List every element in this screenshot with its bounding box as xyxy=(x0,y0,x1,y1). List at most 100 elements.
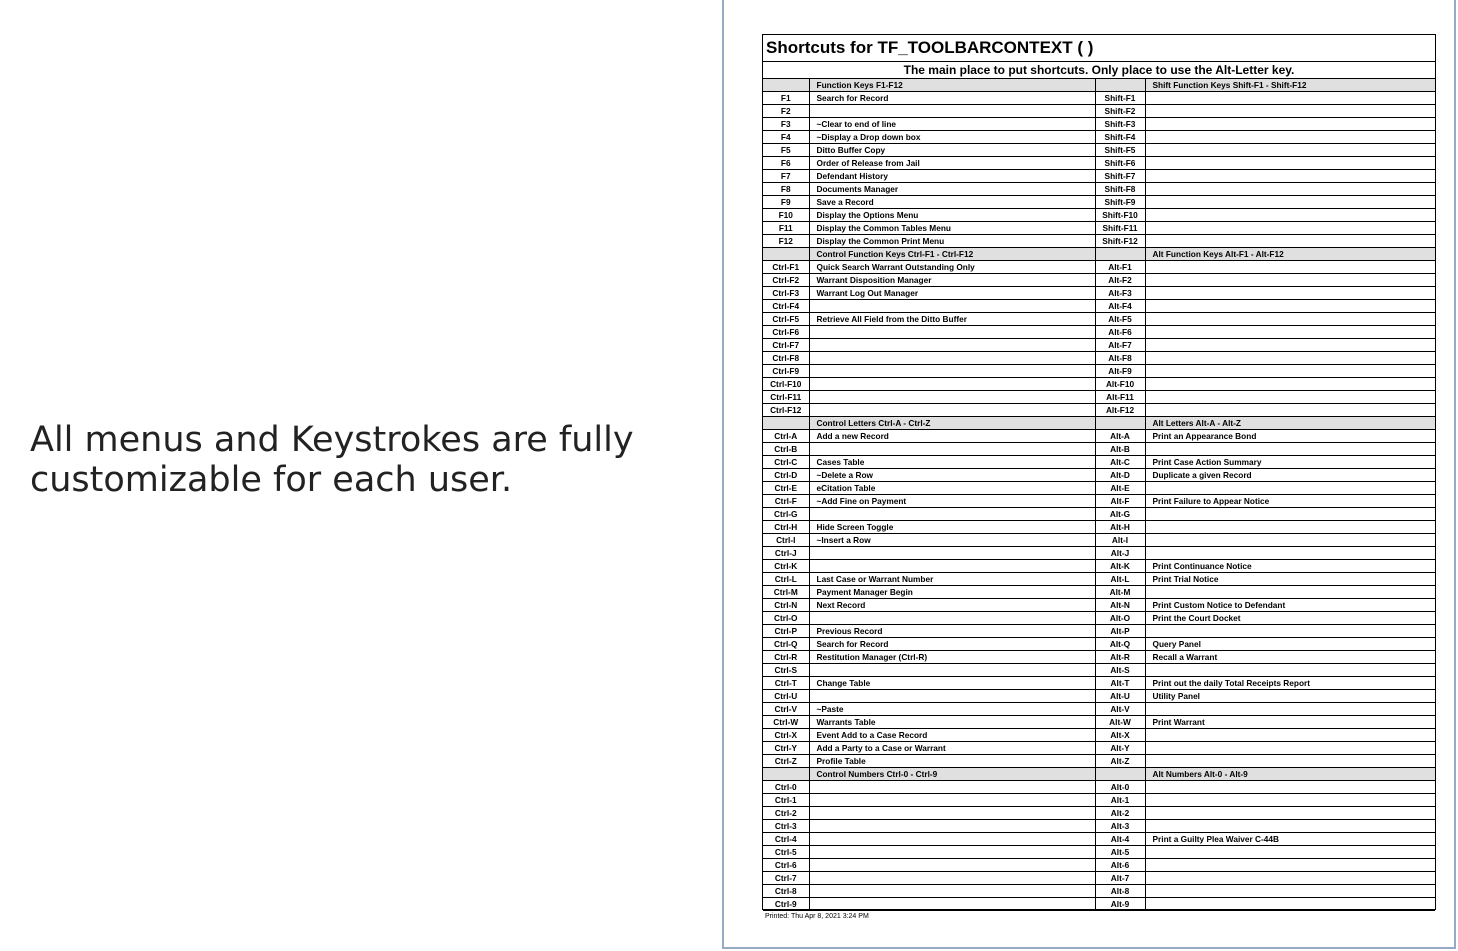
section-left-header: Control Function Keys Ctrl-F1 - Ctrl-F12 xyxy=(809,247,1096,261)
right-key: Alt-F7 xyxy=(1095,338,1146,352)
table-row: Ctrl-H Hide Screen Toggle Alt-H xyxy=(763,520,1435,534)
left-description xyxy=(809,832,1096,846)
right-key: Alt-F11 xyxy=(1095,390,1146,404)
section-header-spacer xyxy=(1095,416,1146,430)
right-key: Alt-F8 xyxy=(1095,351,1146,365)
left-key: Ctrl-F10 xyxy=(763,377,810,391)
right-key: Alt-Y xyxy=(1095,741,1146,755)
right-key: Alt-F2 xyxy=(1095,273,1146,287)
right-description xyxy=(1145,871,1435,885)
section-right-header: Shift Function Keys Shift-F1 - Shift-F12 xyxy=(1145,79,1435,92)
left-key: Ctrl-3 xyxy=(763,819,810,833)
left-key: Ctrl-S xyxy=(763,663,810,677)
right-key: Alt-A xyxy=(1095,429,1146,443)
left-key: F6 xyxy=(763,156,810,170)
right-description xyxy=(1145,169,1435,183)
right-key: Alt-Z xyxy=(1095,754,1146,768)
right-description xyxy=(1145,364,1435,378)
left-key: Ctrl-T xyxy=(763,676,810,690)
left-key: Ctrl-X xyxy=(763,728,810,742)
right-description xyxy=(1145,793,1435,807)
table-row: Ctrl-P Previous Record Alt-P xyxy=(763,624,1435,638)
left-key: Ctrl-9 xyxy=(763,897,810,911)
right-key: Alt-3 xyxy=(1095,819,1146,833)
table-row: F1 Search for Record Shift-F1 xyxy=(763,91,1435,105)
left-description: Order of Release from Jail xyxy=(809,156,1096,170)
table-row: Ctrl-F5 Retrieve All Field from the Ditto… xyxy=(763,312,1435,326)
left-key: Ctrl-D xyxy=(763,468,810,482)
right-description xyxy=(1145,481,1435,495)
right-description xyxy=(1145,130,1435,144)
right-description xyxy=(1145,338,1435,352)
left-key: Ctrl-6 xyxy=(763,858,810,872)
right-description xyxy=(1145,702,1435,716)
left-description xyxy=(809,793,1096,807)
right-description: Print Custom Notice to Defendant xyxy=(1145,598,1435,612)
table-row: Ctrl-5 Alt-5 xyxy=(763,845,1435,859)
left-key: Ctrl-F5 xyxy=(763,312,810,326)
left-key: Ctrl-F2 xyxy=(763,273,810,287)
shortcut-table: Function Keys F1-F12 Shift Function Keys … xyxy=(763,79,1435,911)
left-description: Search for Record xyxy=(809,91,1096,105)
right-key: Alt-1 xyxy=(1095,793,1146,807)
right-description xyxy=(1145,312,1435,326)
left-key: Ctrl-M xyxy=(763,585,810,599)
table-row: Ctrl-N Next Record Alt-N Print Custom Notic… xyxy=(763,598,1435,612)
table-row: Ctrl-I ~Insert a Row Alt-I xyxy=(763,533,1435,547)
right-key: Alt-S xyxy=(1095,663,1146,677)
left-key: Ctrl-V xyxy=(763,702,810,716)
right-key: Alt-K xyxy=(1095,559,1146,573)
table-row: Ctrl-E eCitation Table Alt-E xyxy=(763,481,1435,495)
right-description xyxy=(1145,273,1435,287)
left-key: Ctrl-F7 xyxy=(763,338,810,352)
right-description: Print a Guilty Plea Waiver C-44B xyxy=(1145,832,1435,846)
left-key: Ctrl-U xyxy=(763,689,810,703)
table-row: Ctrl-Z Profile Table Alt-Z xyxy=(763,754,1435,768)
left-description xyxy=(809,338,1096,352)
left-description: Add a new Record xyxy=(809,429,1096,443)
right-key: Shift-F7 xyxy=(1095,169,1146,183)
right-key: Alt-F12 xyxy=(1095,403,1146,417)
right-description xyxy=(1145,897,1435,911)
left-key: Ctrl-0 xyxy=(763,780,810,794)
left-key: Ctrl-F3 xyxy=(763,286,810,300)
right-key: Alt-F10 xyxy=(1095,377,1146,391)
section-header-spacer xyxy=(1095,79,1146,92)
right-key: Alt-F5 xyxy=(1095,312,1146,326)
right-key: Alt-U xyxy=(1095,689,1146,703)
right-key: Alt-H xyxy=(1095,520,1146,534)
right-key: Shift-F11 xyxy=(1095,221,1146,235)
right-description xyxy=(1145,403,1435,417)
right-description: Print Continuance Notice xyxy=(1145,559,1435,573)
right-description xyxy=(1145,182,1435,196)
sheet-subtitle: The main place to put shortcuts. Only pl… xyxy=(763,62,1435,79)
table-row: Ctrl-F4 Alt-F4 xyxy=(763,299,1435,313)
left-description xyxy=(809,780,1096,794)
left-description xyxy=(809,442,1096,456)
table-row: Ctrl-6 Alt-6 xyxy=(763,858,1435,872)
left-description: Next Record xyxy=(809,598,1096,612)
left-key: Ctrl-L xyxy=(763,572,810,586)
left-key: Ctrl-7 xyxy=(763,871,810,885)
table-row: F10 Display the Options Menu Shift-F10 xyxy=(763,208,1435,222)
right-description xyxy=(1145,585,1435,599)
right-key: Alt-4 xyxy=(1095,832,1146,846)
section-right-header: Alt Numbers Alt-0 - Alt-9 xyxy=(1145,767,1435,781)
left-key: Ctrl-F8 xyxy=(763,351,810,365)
left-description: Restitution Manager (Ctrl-R) xyxy=(809,650,1096,664)
shortcut-sheet: Shortcuts for TF_TOOLBARCONTEXT ( ) The … xyxy=(762,34,1436,911)
right-key: Shift-F6 xyxy=(1095,156,1146,170)
left-key: Ctrl-G xyxy=(763,507,810,521)
table-row: F4 ~Display a Drop down box Shift-F4 xyxy=(763,130,1435,144)
right-key: Alt-0 xyxy=(1095,780,1146,794)
right-description xyxy=(1145,819,1435,833)
left-key: Ctrl-Y xyxy=(763,741,810,755)
left-description xyxy=(809,806,1096,820)
table-row: F6 Order of Release from Jail Shift-F6 xyxy=(763,156,1435,170)
right-key: Alt-X xyxy=(1095,728,1146,742)
right-key: Shift-F1 xyxy=(1095,91,1146,105)
slide-caption: All menus and Keystrokes are fully custo… xyxy=(30,420,634,500)
left-description xyxy=(809,897,1096,911)
right-description xyxy=(1145,663,1435,677)
section-header-spacer xyxy=(763,247,810,261)
